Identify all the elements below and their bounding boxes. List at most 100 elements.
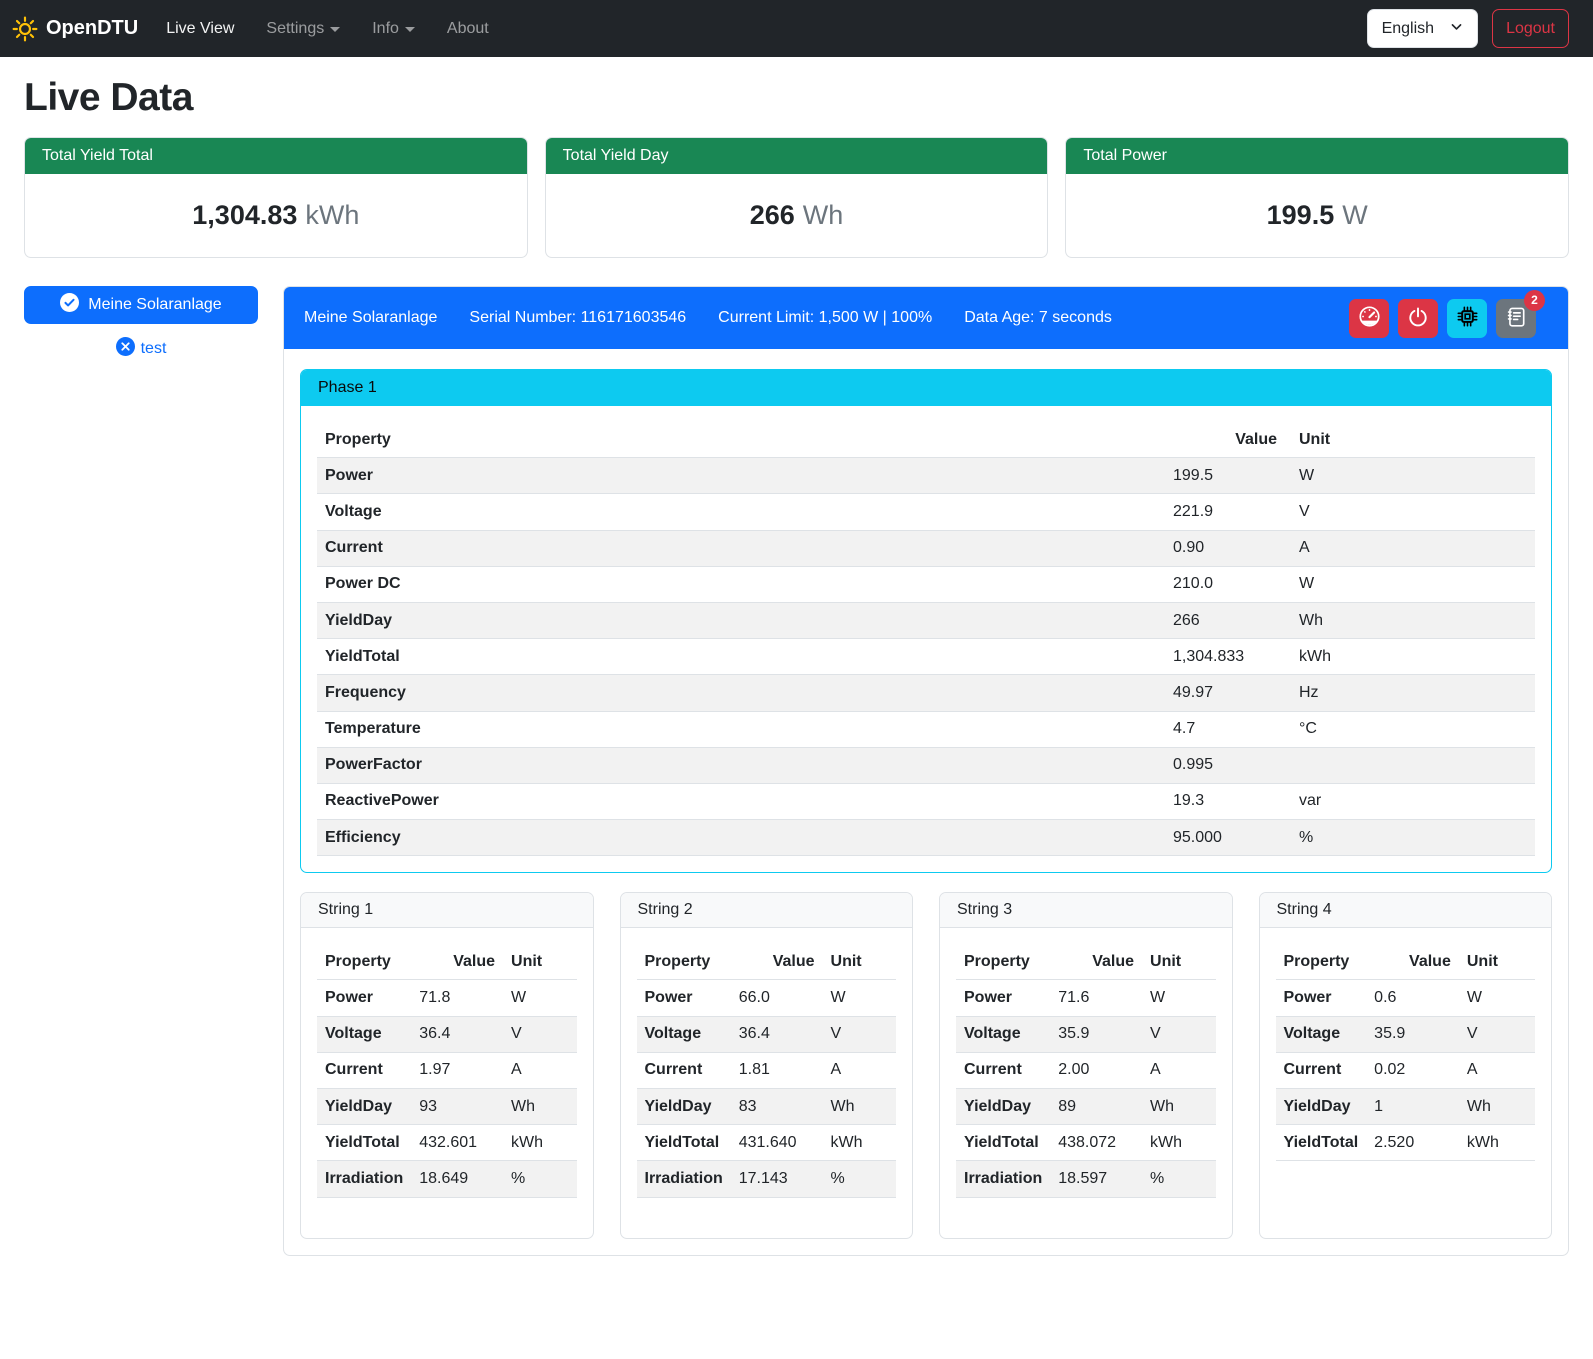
property-cell: Power [956, 980, 1050, 1016]
value-cell: 4.7 [1165, 711, 1285, 747]
table-row: YieldDay1Wh [1276, 1089, 1536, 1125]
value-cell: 1,304.833 [1165, 639, 1285, 675]
device-info-button[interactable] [1447, 299, 1487, 338]
inverter-button-label: Meine Solaranlage [88, 296, 221, 314]
property-cell: Voltage [637, 1016, 731, 1052]
property-cell: Current [637, 1052, 731, 1088]
property-cell: Irradiation [637, 1161, 731, 1197]
col-unit: Unit [823, 944, 896, 980]
property-cell: Voltage [956, 1016, 1050, 1052]
value-cell: 36.4 [731, 1016, 823, 1052]
value-cell: 19.3 [1165, 783, 1285, 819]
col-unit: Unit [1459, 944, 1535, 980]
col-unit: Unit [1285, 422, 1535, 458]
nav-links: Live View Settings Info About [166, 20, 1366, 38]
table-row: YieldTotal431.640kWh [637, 1125, 897, 1161]
inverter-button-label: test [141, 340, 167, 358]
property-cell: Irradiation [956, 1161, 1050, 1197]
nav-item-settings[interactable]: Settings [266, 20, 340, 38]
limit-settings-button[interactable] [1349, 299, 1389, 338]
value-cell: 49.97 [1165, 675, 1285, 711]
col-value: Value [1366, 944, 1459, 980]
total-yield-day-value: 266 [750, 200, 795, 230]
check-circle-icon [60, 293, 79, 317]
nav-item-live-view[interactable]: Live View [166, 20, 234, 38]
unit-cell: kWh [823, 1125, 896, 1161]
unit-cell: kWh [1285, 639, 1535, 675]
unit-cell: W [823, 980, 896, 1016]
value-cell: 71.6 [1050, 980, 1142, 1016]
table-header-row: Property Value Unit [317, 422, 1535, 458]
table-row: Current2.00A [956, 1052, 1216, 1088]
unit-cell: V [1459, 1016, 1535, 1052]
unit-cell: kWh [1459, 1125, 1535, 1161]
table-row: Voltage35.9V [1276, 1016, 1536, 1052]
string-4-panel: String 4 Property Value Unit Power0.6WVo… [1259, 892, 1553, 1238]
col-value: Value [1050, 944, 1142, 980]
property-cell: YieldTotal [956, 1125, 1050, 1161]
property-cell: Power [637, 980, 731, 1016]
event-log-button[interactable]: 2 [1496, 299, 1536, 338]
unit-cell: A [503, 1052, 576, 1088]
unit-cell: A [1142, 1052, 1215, 1088]
unit-cell: Wh [823, 1089, 896, 1125]
table-row: Irradiation18.597% [956, 1161, 1216, 1197]
inverter-name: Meine Solaranlage [304, 309, 437, 327]
col-value: Value [1165, 422, 1285, 458]
string-title: String 2 [621, 893, 913, 928]
value-cell: 221.9 [1165, 494, 1285, 530]
property-cell: YieldTotal [317, 639, 1165, 675]
property-cell: Irradiation [317, 1161, 411, 1197]
inverter-limit: Current Limit: 1,500 W | 100% [718, 309, 932, 327]
unit-cell: W [503, 980, 576, 1016]
table-row: Power71.8W [317, 980, 577, 1016]
value-cell: 0.02 [1366, 1052, 1459, 1088]
table-header-row: Property Value Unit [637, 944, 897, 980]
table-row: YieldTotal1,304.833kWh [317, 639, 1535, 675]
value-cell: 89 [1050, 1089, 1142, 1125]
nav-item-info[interactable]: Info [372, 20, 415, 38]
nav-item-label: Live View [166, 20, 234, 38]
value-cell: 432.601 [411, 1125, 503, 1161]
table-row: Power199.5W [317, 458, 1535, 494]
inverter-serial: Serial Number: 116171603546 [469, 309, 686, 327]
inverter-button-test[interactable]: test [24, 337, 258, 361]
property-cell: Frequency [317, 675, 1165, 711]
property-cell: Current [317, 530, 1165, 566]
table-row: Current0.02A [1276, 1052, 1536, 1088]
inverter-button-selected[interactable]: Meine Solaranlage [24, 286, 258, 324]
table-row: Irradiation17.143% [637, 1161, 897, 1197]
power-settings-button[interactable] [1398, 299, 1438, 338]
string-table: Property Value Unit Power66.0W Voltage36.… [637, 944, 897, 1197]
unit-cell: Wh [1459, 1089, 1535, 1125]
brand[interactable]: OpenDTU [12, 16, 138, 42]
string-title: String 4 [1260, 893, 1552, 928]
value-cell: 66.0 [731, 980, 823, 1016]
table-row: Irradiation18.649% [317, 1161, 577, 1197]
value-cell: 35.9 [1050, 1016, 1142, 1052]
col-property: Property [637, 944, 731, 980]
unit-cell: W [1285, 458, 1535, 494]
language-select[interactable]: English [1367, 9, 1478, 48]
phase-title: Phase 1 [301, 370, 1551, 406]
property-cell: Voltage [317, 494, 1165, 530]
unit-cell [1285, 747, 1535, 783]
cpu-icon [1456, 305, 1479, 331]
inverter-header: Meine Solaranlage Serial Number: 1161716… [284, 287, 1568, 349]
table-row: YieldDay83Wh [637, 1089, 897, 1125]
nav-item-about[interactable]: About [447, 20, 489, 38]
value-cell: 2.520 [1366, 1125, 1459, 1161]
value-cell: 93 [411, 1089, 503, 1125]
table-row: ReactivePower19.3var [317, 783, 1535, 819]
property-cell: YieldDay [637, 1089, 731, 1125]
sun-icon [12, 16, 38, 42]
table-row: YieldTotal2.520kWh [1276, 1125, 1536, 1161]
table-row: PowerFactor0.995 [317, 747, 1535, 783]
property-cell: Power DC [317, 566, 1165, 602]
logout-button[interactable]: Logout [1492, 9, 1569, 48]
property-cell: Current [317, 1052, 411, 1088]
navbar-right: English Logout [1367, 9, 1569, 48]
col-property: Property [317, 422, 1165, 458]
total-power-value: 199.5 [1267, 200, 1335, 230]
value-cell: 0.6 [1366, 980, 1459, 1016]
